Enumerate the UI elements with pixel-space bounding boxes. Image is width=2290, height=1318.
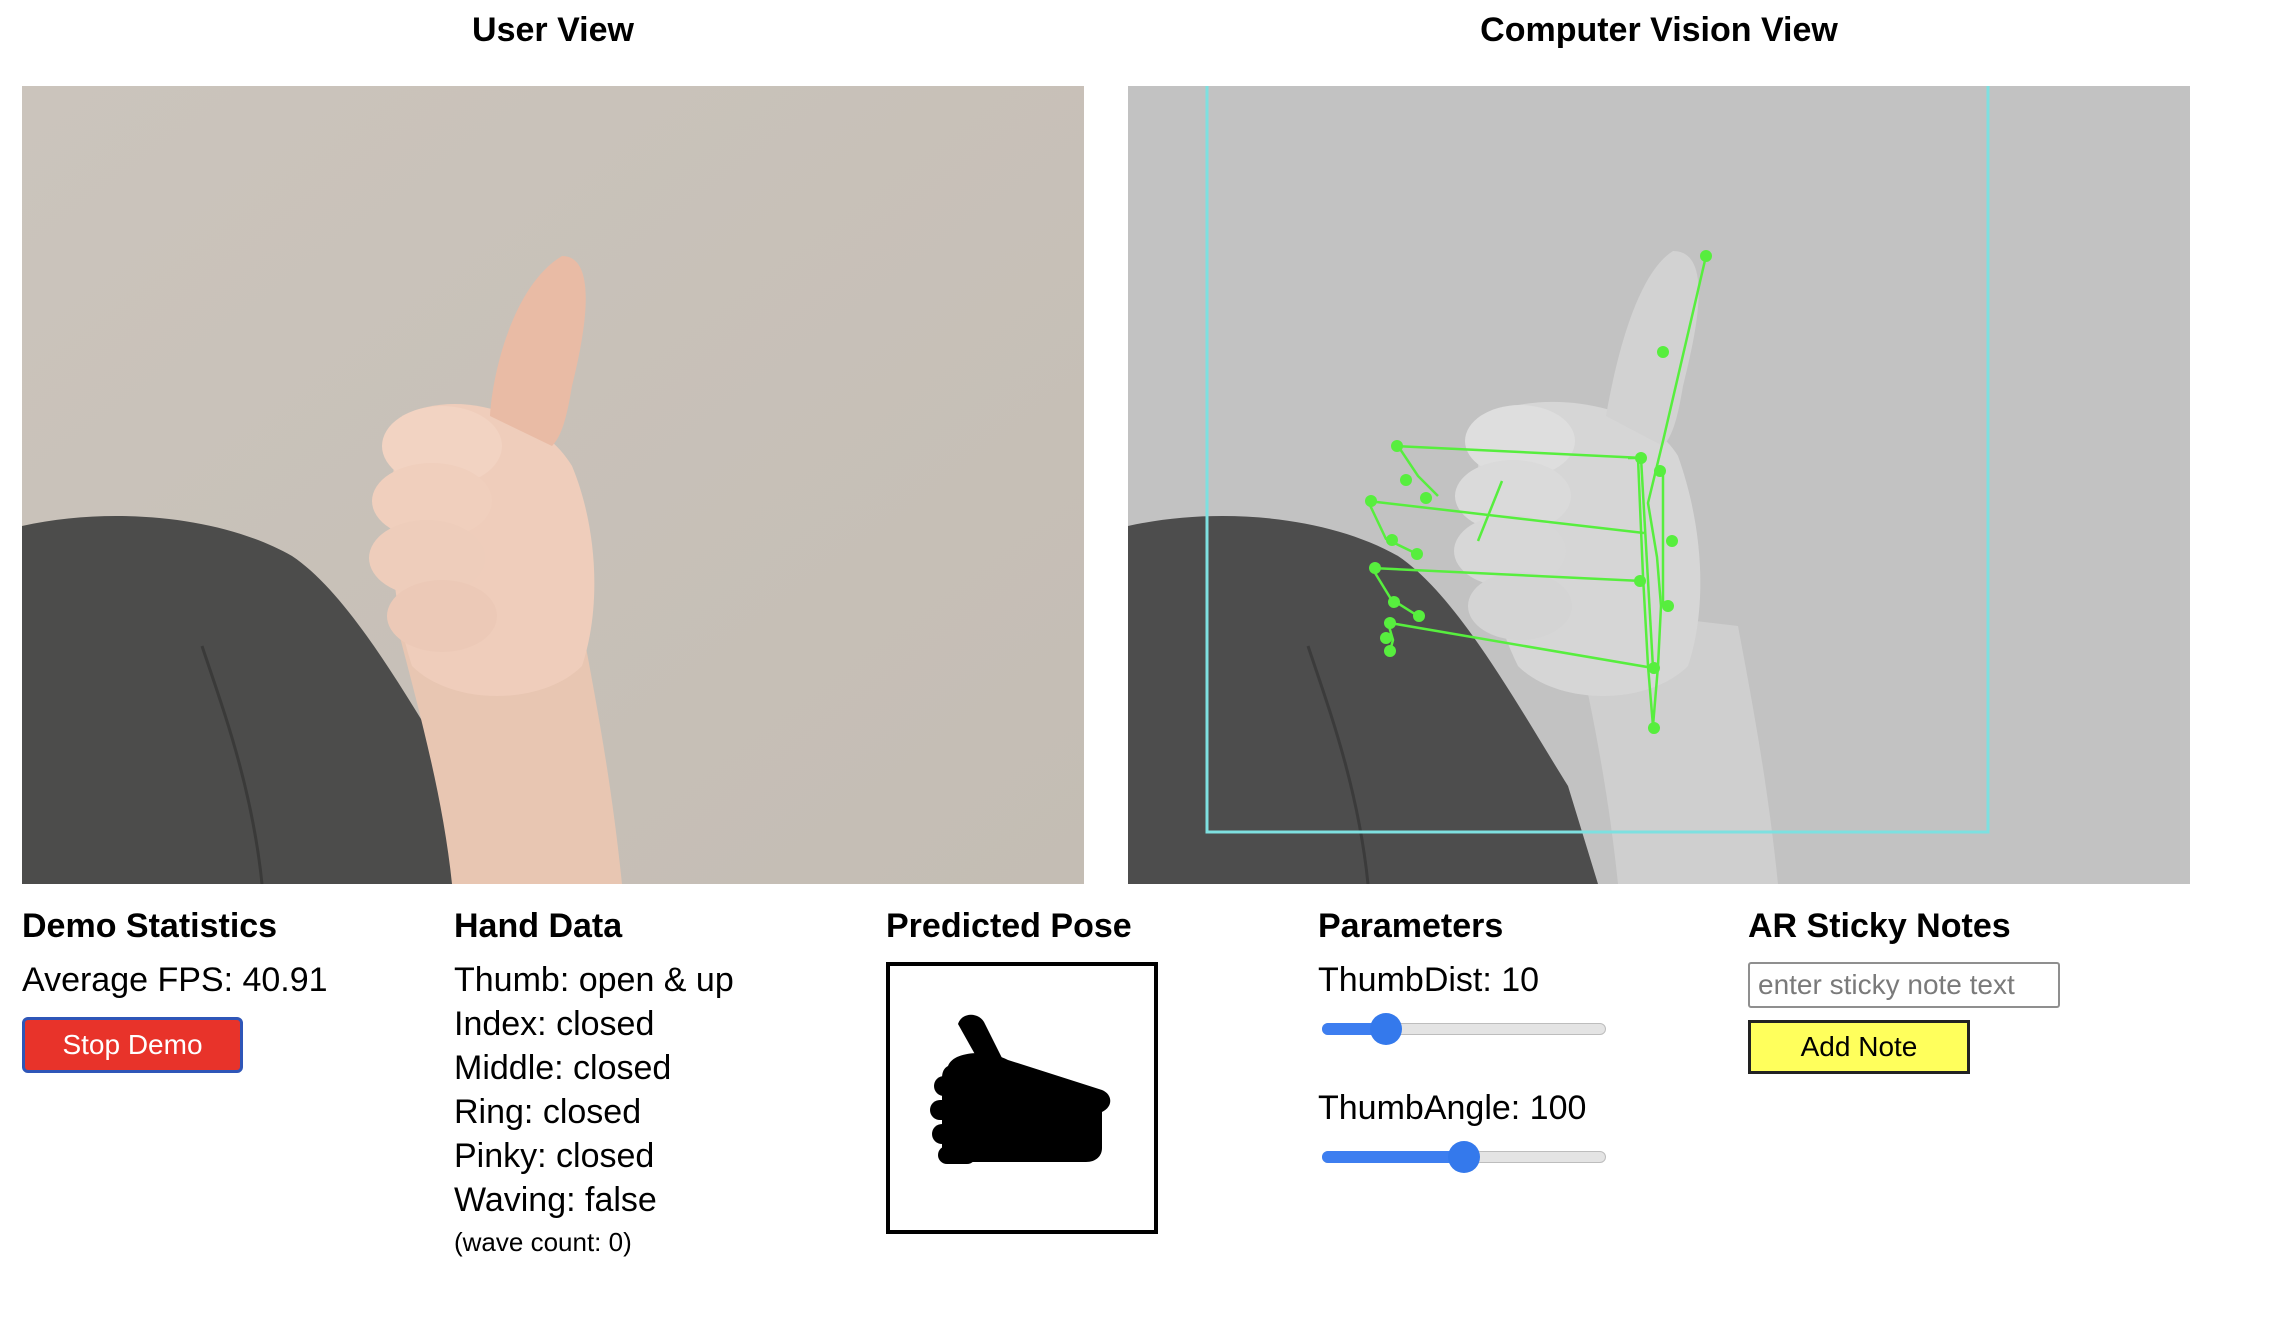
user-view-title: User View <box>472 11 634 49</box>
predicted-pose-title: Predicted Pose <box>886 907 1132 945</box>
add-note-button[interactable]: Add Note <box>1748 1020 1970 1074</box>
thumb-dist-label: ThumbDist: 10 <box>1318 961 1540 999</box>
cv-view-title: Computer Vision View <box>1480 11 1838 49</box>
pinky-state: Pinky: closed <box>454 1137 655 1175</box>
thumb-dist-slider[interactable] <box>1322 1013 1606 1045</box>
ar-sticky-notes-section: AR Sticky Notes <box>1748 902 2148 950</box>
predicted-pose-box <box>886 962 1158 1234</box>
demo-statistics-section: Demo Statistics Average FPS: 40.91 <box>22 902 422 1002</box>
cv-view-video <box>1128 86 2190 884</box>
slider-thumb[interactable] <box>1370 1013 1402 1045</box>
slider-fill <box>1322 1151 1464 1163</box>
waving-state: Waving: false <box>454 1181 657 1219</box>
thumb-state: Thumb: open & up <box>454 961 734 999</box>
thumbs-up-icon <box>930 1014 1111 1164</box>
hand-data-section: Hand Data Thumb: open & up Index: closed… <box>454 902 854 1262</box>
slider-thumb[interactable] <box>1448 1141 1480 1173</box>
hand-data-title: Hand Data <box>454 907 623 945</box>
predicted-pose-section: Predicted Pose <box>886 902 1286 950</box>
ring-state: Ring: closed <box>454 1093 642 1131</box>
thumb-angle-label: ThumbAngle: 100 <box>1318 1089 1587 1127</box>
demo-statistics-title: Demo Statistics <box>22 907 278 945</box>
ar-sticky-notes-title: AR Sticky Notes <box>1748 907 2011 945</box>
index-state: Index: closed <box>454 1005 655 1043</box>
thumb-angle-slider[interactable] <box>1322 1141 1606 1173</box>
average-fps: Average FPS: 40.91 <box>22 961 328 999</box>
user-view-video <box>22 86 1084 884</box>
middle-state: Middle: closed <box>454 1049 672 1087</box>
parameters-title: Parameters <box>1318 907 1504 945</box>
stop-demo-button[interactable]: Stop Demo <box>22 1017 243 1073</box>
sticky-note-input[interactable] <box>1748 962 2060 1008</box>
wave-count: (wave count: 0) <box>454 1227 632 1257</box>
